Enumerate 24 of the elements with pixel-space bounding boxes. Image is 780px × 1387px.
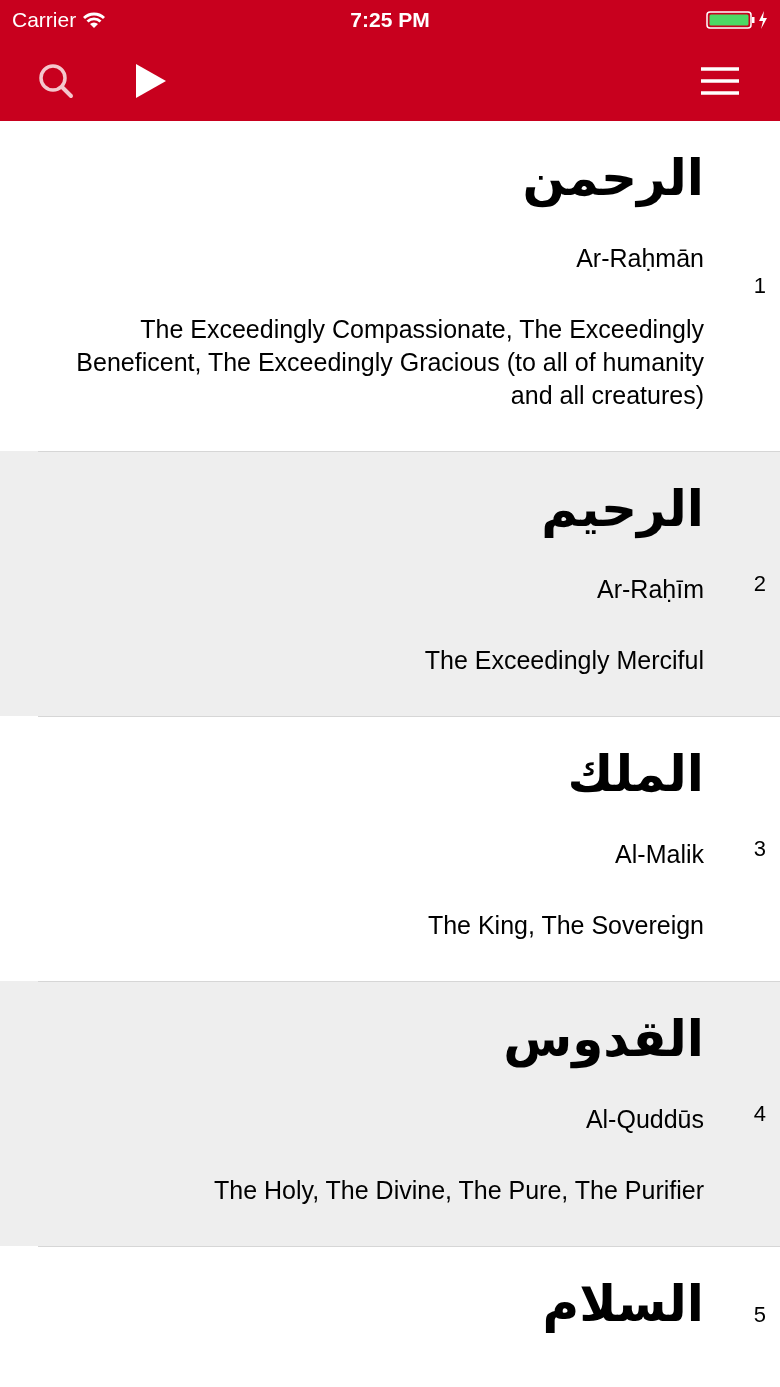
arabic-name: الملك [567, 744, 704, 805]
transliteration: Al-Quddūs [585, 1104, 704, 1135]
meaning-text: The Holy, The Divine, The Pure, The Purifier [213, 1175, 704, 1206]
name-number: 2 [752, 571, 767, 597]
name-number: 5 [752, 1302, 767, 1328]
status-time: 7:25 PM [350, 8, 430, 32]
name-number: 4 [752, 1101, 767, 1127]
arabic-name: القدوس [503, 1009, 704, 1071]
arabic-name: السلام [542, 1274, 704, 1335]
battery-icon [706, 10, 770, 30]
arabic-name: الرحمن [522, 148, 704, 210]
name-number: 3 [752, 836, 767, 862]
transliteration: Al-Malik [615, 839, 704, 870]
carrier-label: Carrier [12, 8, 77, 32]
menu-button[interactable] [700, 65, 740, 96]
arabic-name: الرحيم [541, 479, 704, 541]
transliteration: Ar-Raḥmān [576, 243, 704, 274]
name-number: 1 [752, 273, 767, 299]
meaning-text: The Exceedingly Compassionate, The Exceedingly Beneficent, The Exceedingly Gracious (to all of humanity and all creatures) [75, 314, 704, 411]
play-button[interactable] [134, 61, 168, 100]
transliteration: Ar-Raḥīm [597, 574, 704, 605]
meaning-text: The King, The Sovereign [427, 910, 704, 941]
wifi-icon [82, 11, 107, 29]
meaning-text: The Exceedingly Merciful [424, 645, 704, 676]
